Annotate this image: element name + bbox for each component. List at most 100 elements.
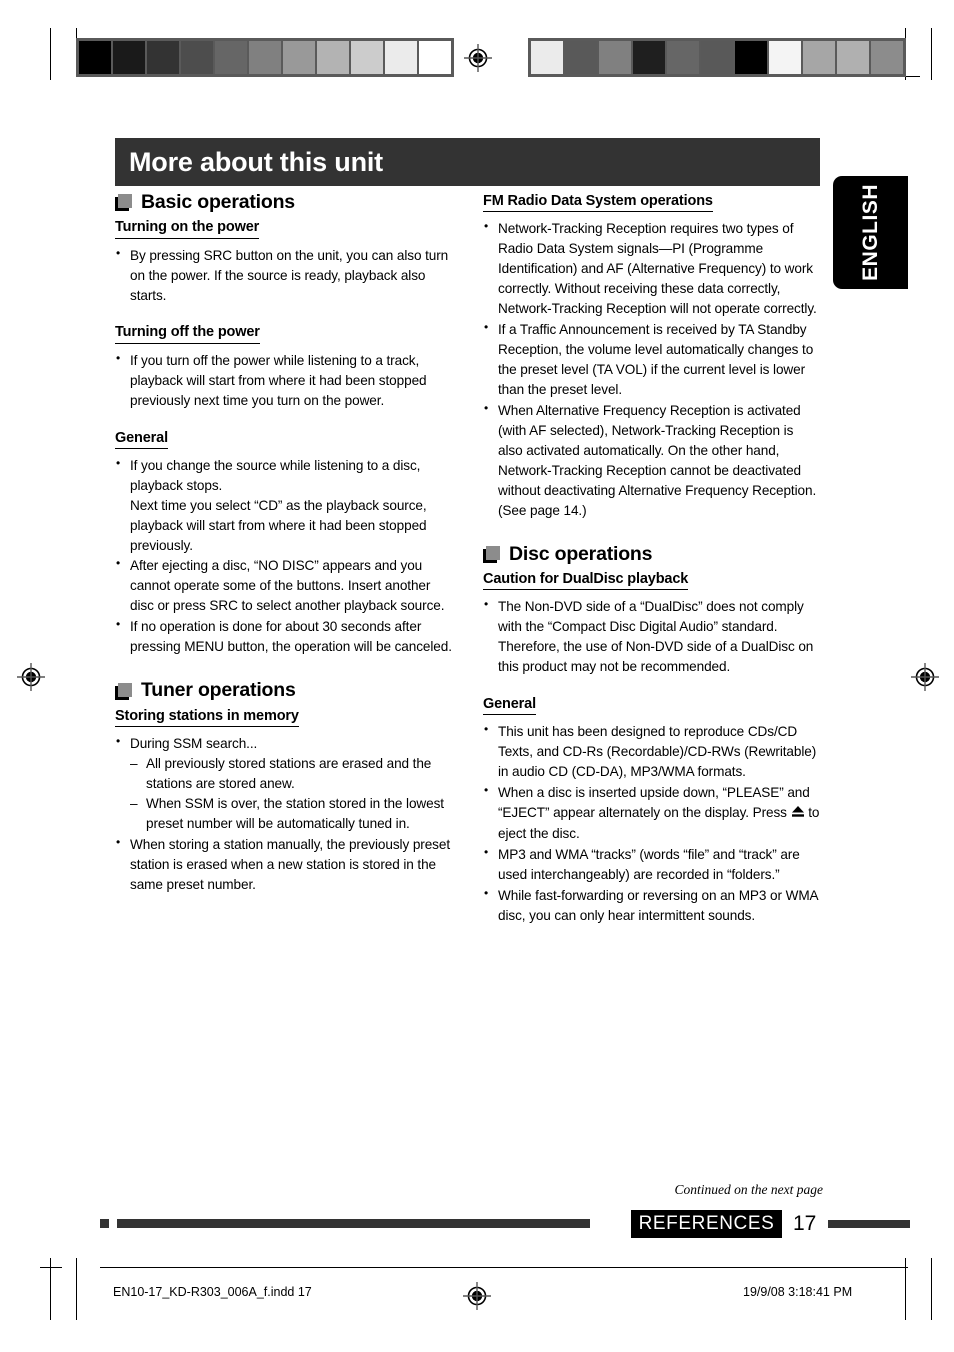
grayscale-step-wedge-left: [76, 38, 454, 77]
filled-square-icon: [115, 194, 132, 212]
step-wedge-patch: [351, 41, 383, 74]
sub-heading: Turning off the power: [115, 323, 260, 344]
sub-list-item: When SSM is over, the station stored in …: [130, 794, 453, 834]
step-wedge-patch: [803, 41, 835, 74]
step-wedge-patch: [633, 41, 665, 74]
manual-page: ENGLISH More about this unit Basic opera…: [0, 0, 954, 1352]
section-badge: REFERENCES: [631, 1210, 782, 1238]
list-item-text: When a disc is inserted upside down, “PL…: [498, 785, 810, 821]
subsection-fm-radio-data-system-operations: FM Radio Data System operations: [483, 192, 821, 216]
list-item: The Non-DVD side of a “DualDisc” does no…: [483, 596, 821, 677]
step-wedge-patch: [113, 41, 145, 74]
registration-mark-right: [910, 662, 940, 692]
bullet-list: By pressing SRC button on the unit, you …: [115, 245, 453, 306]
registration-mark-bottom: [462, 1281, 492, 1311]
list-item: When storing a station manually, the pre…: [115, 834, 453, 895]
sub-heading: Storing stations in memory: [115, 707, 299, 727]
section-heading-tuner-operations: Tuner operations: [115, 679, 453, 702]
bullet-list: Network-Tracking Reception requires two …: [483, 218, 821, 521]
sub-heading: General: [115, 429, 168, 449]
list-item-text: During SSM search...: [130, 735, 258, 751]
subsection-caution-for-dualdisc-playback: Caution for DualDisc playback: [483, 570, 821, 594]
subsection-turning-on-the-power: Turning on the power: [115, 218, 453, 242]
list-item: If you turn off the power while listenin…: [115, 350, 453, 411]
crop-line: [50, 1258, 51, 1320]
section-heading-basic-operations: Basic operations: [115, 191, 453, 213]
crop-line: [931, 28, 932, 80]
footer-rule-right: [828, 1220, 910, 1228]
language-tab-label: ENGLISH: [858, 184, 882, 281]
list-item: If a Traffic Announcement is received by…: [483, 319, 821, 400]
page-title: More about this unit: [129, 146, 383, 177]
step-wedge-patch: [147, 41, 179, 74]
step-wedge-patch: [215, 41, 247, 74]
grayscale-step-wedge-right: [528, 38, 906, 77]
sub-heading: Caution for DualDisc playback: [483, 570, 688, 591]
continued-note: Continued on the next page: [674, 1182, 823, 1197]
subsection-general-disc: General: [483, 695, 821, 719]
print-meta-timestamp: 19/9/08 3:18:41 PM: [743, 1285, 853, 1299]
footer-rule-tick: [100, 1219, 109, 1228]
list-item: If no operation is done for about 30 sec…: [115, 616, 453, 657]
crop-line: [76, 1258, 77, 1320]
step-wedge-patch: [531, 41, 563, 74]
list-item: After ejecting a disc, “NO DISC” appears…: [115, 555, 453, 616]
list-item: When Alternative Frequency Reception is …: [483, 400, 821, 521]
registration-mark-left: [16, 662, 46, 692]
subsection-storing-stations-in-memory: Storing stations in memory: [115, 707, 453, 731]
list-item-text: If you change the source while listening…: [130, 457, 421, 493]
crop-line: [40, 1267, 62, 1268]
step-wedge-patch: [871, 41, 903, 74]
bullet-list: If you turn off the power while listenin…: [115, 350, 453, 411]
section-title: Tuner operations: [141, 679, 296, 702]
page-title-band: More about this unit: [115, 138, 820, 186]
step-wedge-patch: [283, 41, 315, 74]
footer-rule: [117, 1219, 590, 1228]
list-item-continuation: Next time you select “CD” as the playbac…: [130, 497, 427, 553]
sub-list-item: All previously stored stations are erase…: [130, 754, 453, 794]
step-wedge-patch: [667, 41, 699, 74]
step-wedge-patch: [769, 41, 801, 74]
language-tab: ENGLISH: [833, 176, 908, 289]
sub-heading: General: [483, 695, 536, 716]
step-wedge-patch: [385, 41, 417, 74]
filled-square-icon: [115, 682, 132, 700]
crop-line: [76, 28, 77, 38]
filled-square-icon: [483, 545, 500, 563]
step-wedge-patch: [79, 41, 111, 74]
bullet-list: This unit has been designed to reproduce…: [483, 721, 821, 926]
list-item: This unit has been designed to reproduce…: [483, 721, 821, 782]
step-wedge-patch: [565, 41, 597, 74]
sub-heading: Turning on the power: [115, 218, 259, 239]
left-column: Basic operations Turning on the power By…: [115, 191, 453, 896]
step-wedge-patch: [181, 41, 213, 74]
crop-line: [50, 28, 51, 80]
section-title: Basic operations: [141, 191, 295, 213]
print-margin-hairline: [100, 1267, 908, 1268]
subsection-general-basic: General: [115, 429, 453, 453]
step-wedge-patch: [837, 41, 869, 74]
section-heading-disc-operations: Disc operations: [483, 542, 821, 565]
sub-bullet-list: All previously stored stations are erase…: [130, 754, 453, 834]
step-wedge-patch: [419, 41, 451, 74]
list-item: When a disc is inserted upside down, “PL…: [483, 782, 821, 844]
step-wedge-patch: [317, 41, 349, 74]
subsection-turning-off-the-power: Turning off the power: [115, 323, 453, 347]
list-item: MP3 and WMA “tracks” (words “file” and “…: [483, 844, 821, 885]
sub-heading: FM Radio Data System operations: [483, 192, 713, 213]
page-number: 17: [793, 1212, 817, 1235]
step-wedge-patch: [249, 41, 281, 74]
bullet-list: The Non-DVD side of a “DualDisc” does no…: [483, 596, 821, 677]
bullet-list: During SSM search... All previously stor…: [115, 733, 453, 895]
step-wedge-patch: [701, 41, 733, 74]
step-wedge-patch: [735, 41, 767, 74]
step-wedge-patch: [599, 41, 631, 74]
list-item: If you change the source while listening…: [115, 455, 453, 556]
bullet-list: If you change the source while listening…: [115, 455, 453, 658]
registration-mark-top: [463, 43, 493, 73]
eject-icon: [791, 804, 805, 824]
print-meta-filename: EN10-17_KD-R303_006A_f.indd 17: [113, 1285, 312, 1299]
list-item: Network-Tracking Reception requires two …: [483, 218, 821, 319]
section-title: Disc operations: [509, 542, 653, 565]
right-column: FM Radio Data System operations Network-…: [483, 192, 821, 927]
